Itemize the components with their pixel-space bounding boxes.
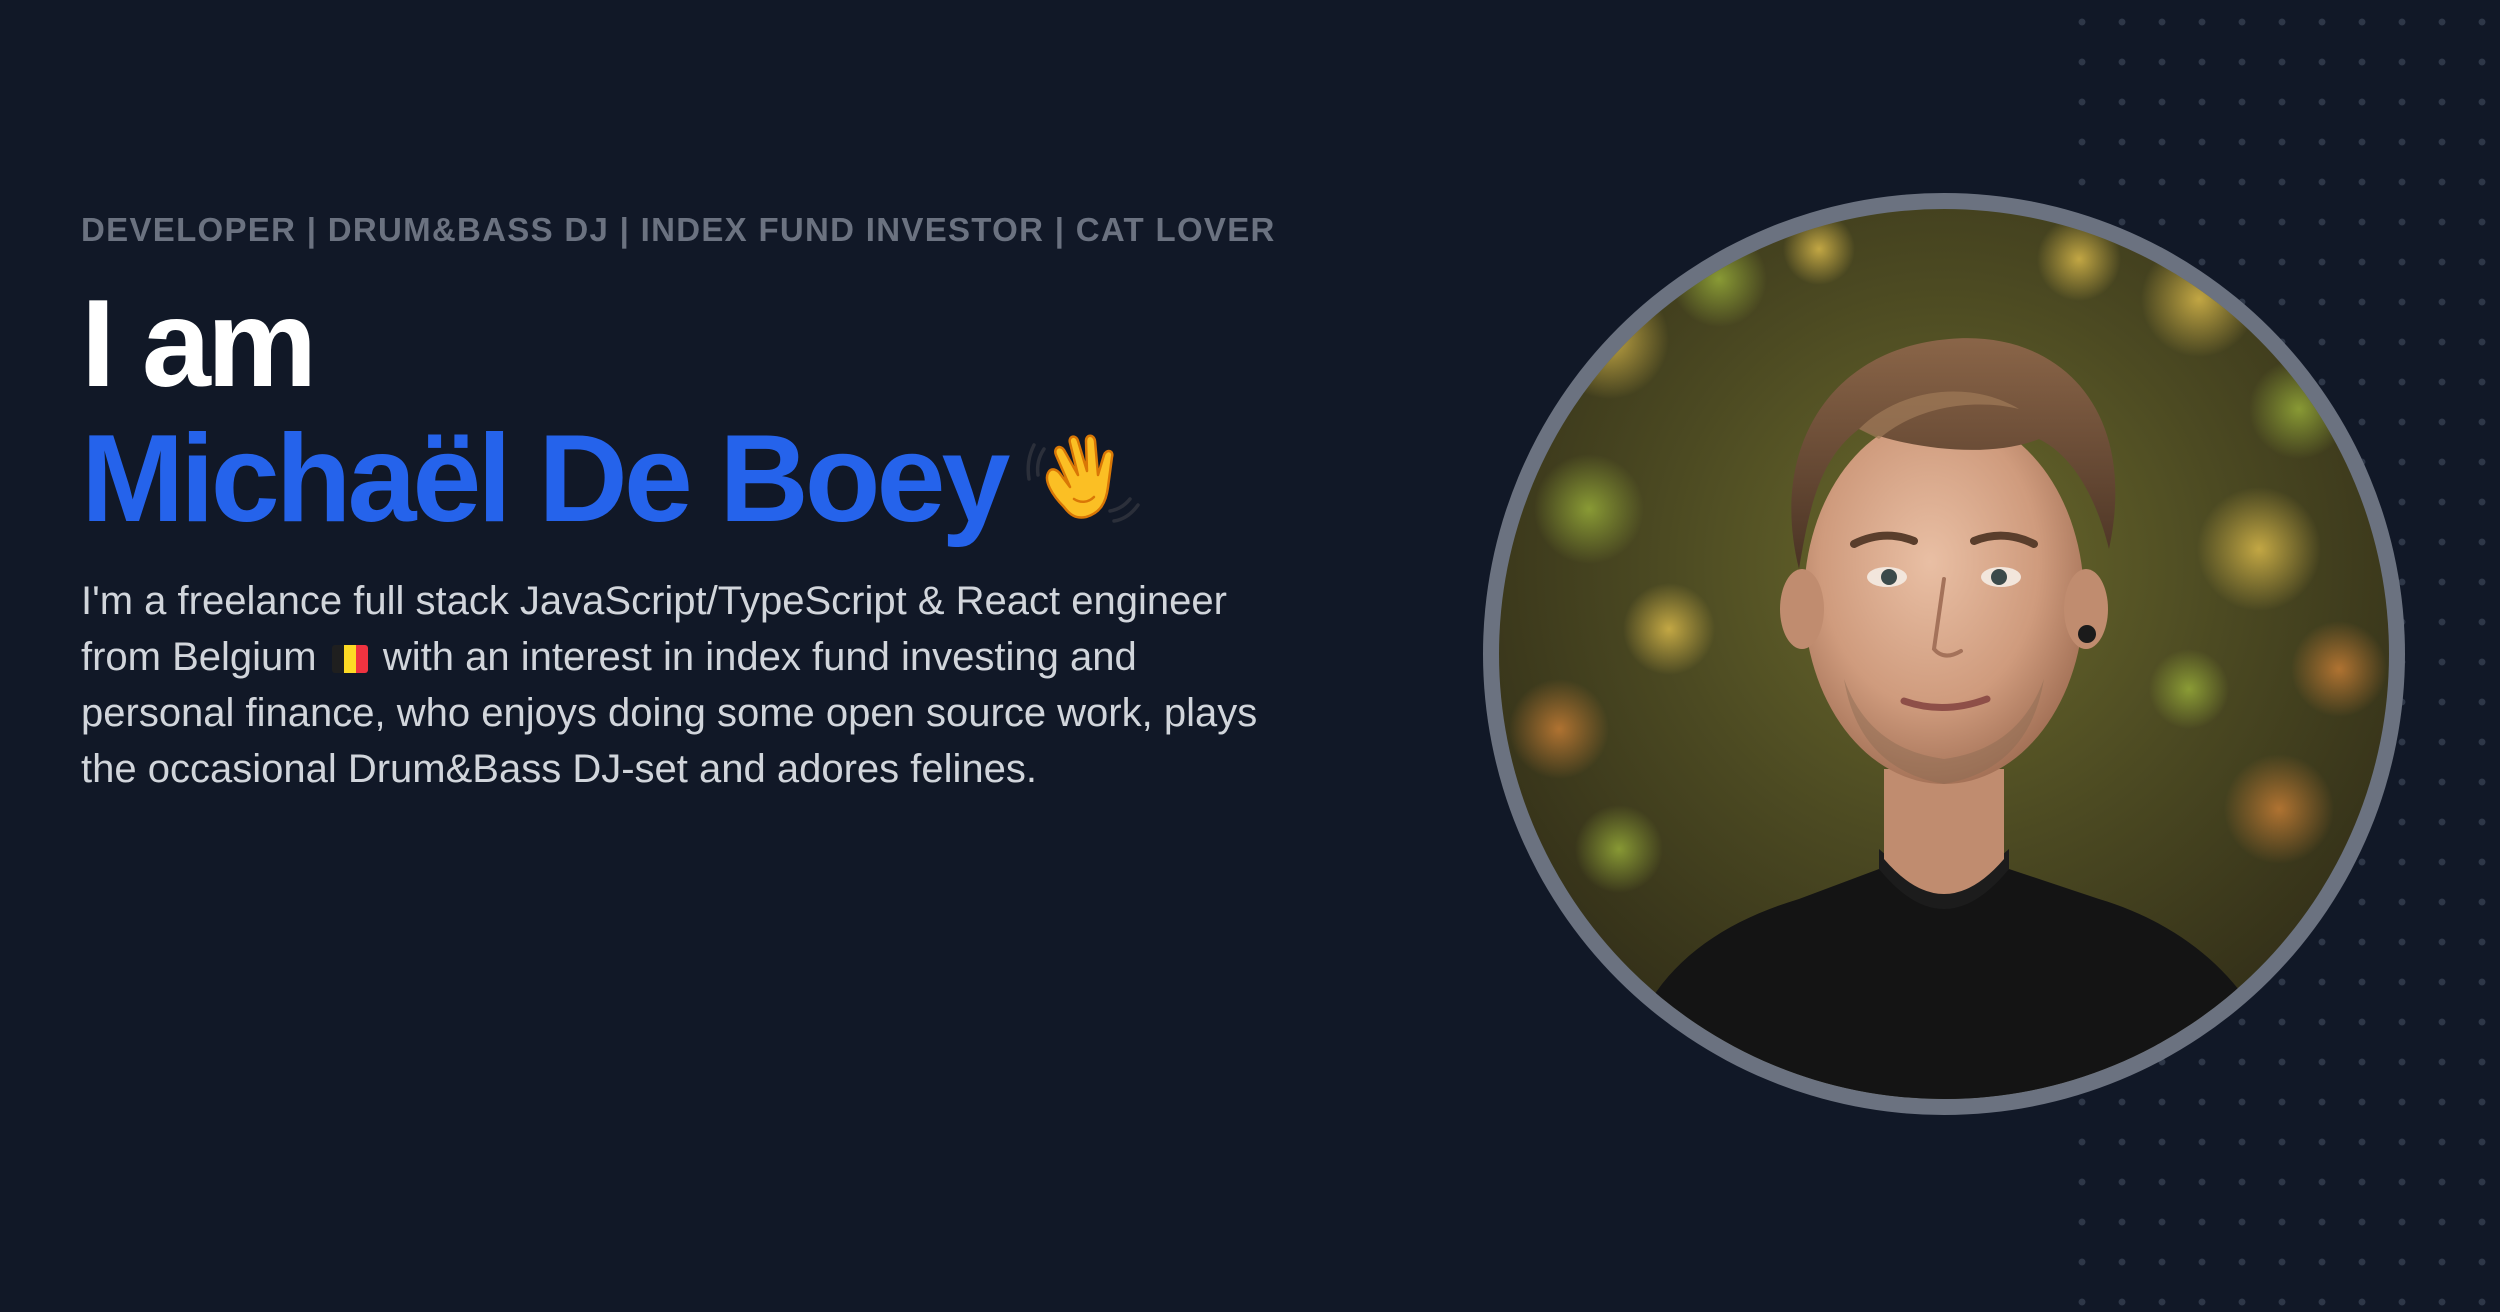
belgium-flag-icon: [331, 645, 368, 673]
hero-content: DEVELOPER | DRUM&BASS DJ | INDEX FUND IN…: [81, 205, 1281, 797]
tagline: DEVELOPER | DRUM&BASS DJ | INDEX FUND IN…: [81, 211, 1276, 248]
bio: I'm a freelance full stack JavaScript/Ty…: [81, 573, 1281, 797]
headline-name: Michaël De Boey: [81, 410, 1010, 548]
avatar-ring: [1483, 193, 2405, 1115]
headline: I am Michaël De Boey: [81, 277, 1281, 547]
name-row: Michaël De Boey: [81, 411, 1281, 547]
waving-hand-icon: [1024, 415, 1144, 535]
profile-photo: [1499, 209, 2389, 1099]
headline-intro: I am: [81, 275, 317, 413]
hero-page: DEVELOPER | DRUM&BASS DJ | INDEX FUND IN…: [0, 0, 2500, 1312]
